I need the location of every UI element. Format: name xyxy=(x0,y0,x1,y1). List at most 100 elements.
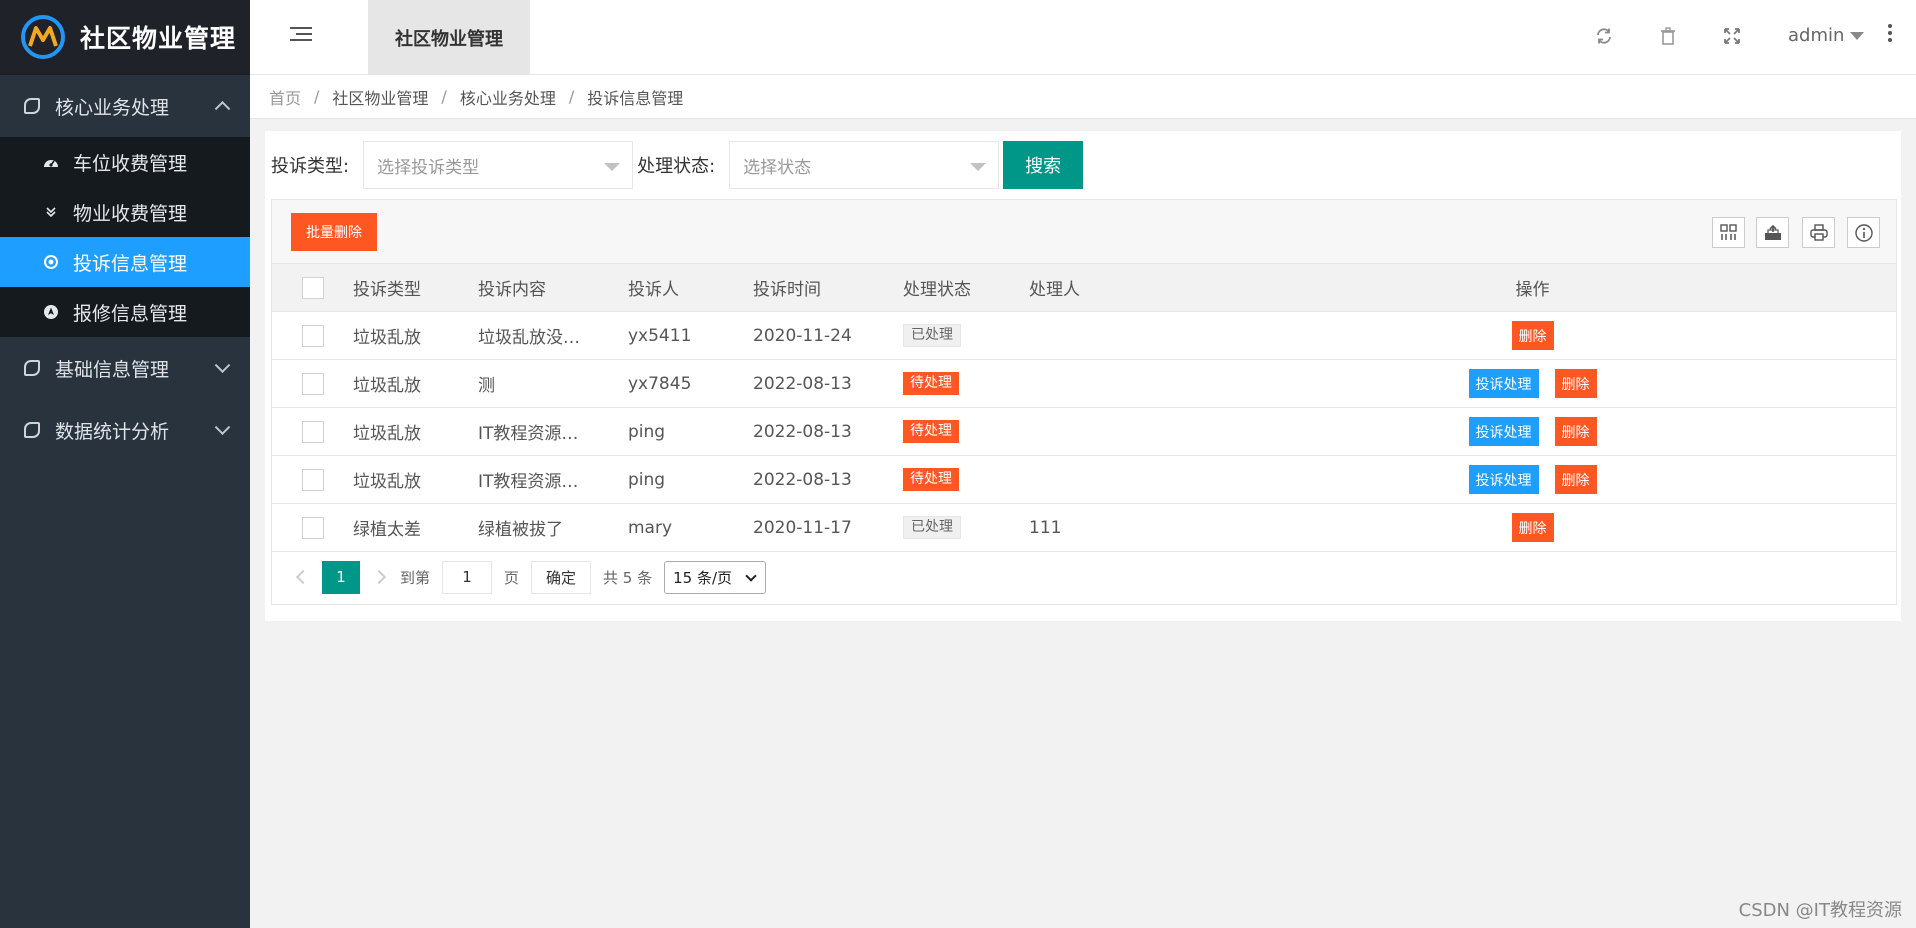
handle-complaint-button[interactable]: 投诉处理 xyxy=(1468,417,1539,446)
breadcrumb-separator: / xyxy=(568,87,575,106)
breadcrumb-separator: / xyxy=(314,87,320,106)
caret-down-icon xyxy=(1850,32,1865,40)
pagination: 1 到第 1 页 确定 共 5 条 15 条/页 xyxy=(272,552,1896,602)
fullscreen-icon[interactable] xyxy=(1720,24,1744,48)
trash-icon[interactable] xyxy=(1656,24,1680,48)
cell-person: yx7845 xyxy=(628,373,692,394)
sidebar-item-complaint[interactable]: 投诉信息管理 xyxy=(0,237,250,287)
sidebar-item-label: 车位收费管理 xyxy=(73,152,188,175)
status-badge: 待处理 xyxy=(903,372,959,395)
sidebar: 社区物业管理 核心业务处理 车位收费管理 物业收费管理 投诉信息管理 报修信息管… xyxy=(0,0,250,928)
nav-group-statistics[interactable]: 数据统计分析 xyxy=(0,399,250,461)
cell-time: 2020-11-17 xyxy=(753,517,852,538)
delete-button[interactable]: 删除 xyxy=(1554,369,1597,398)
logo-icon xyxy=(21,15,65,59)
type-select-placeholder: 选择投诉类型 xyxy=(377,157,480,178)
dropdown-arrow-icon xyxy=(970,163,987,171)
user-menu[interactable]: admin xyxy=(1788,25,1865,46)
data-table: 批量删除 投诉类型 投诉内容 投诉人 投诉时间 处理状态 处理人 操作 垃圾乱放… xyxy=(271,199,1897,605)
current-page[interactable]: 1 xyxy=(322,560,360,594)
chevron-down-icon xyxy=(745,569,757,582)
handle-complaint-button[interactable]: 投诉处理 xyxy=(1468,465,1539,494)
cell-content: 测 xyxy=(478,376,495,396)
refresh-icon[interactable] xyxy=(1592,24,1616,48)
export-icon[interactable] xyxy=(1756,217,1789,248)
row-checkbox[interactable] xyxy=(301,420,324,443)
page-size-select[interactable]: 15 条/页 xyxy=(664,560,767,594)
sidebar-item-repair[interactable]: 报修信息管理 xyxy=(0,287,250,337)
column-header: 操作 xyxy=(1515,280,1550,300)
header-tab[interactable]: 社区物业管理 xyxy=(368,0,530,75)
cell-type: 垃圾乱放 xyxy=(353,424,421,444)
select-all-checkbox[interactable] xyxy=(301,276,324,299)
breadcrumb-item[interactable]: 社区物业管理 xyxy=(332,85,428,109)
dashboard-icon xyxy=(43,154,59,170)
batch-delete-button[interactable]: 批量删除 xyxy=(291,213,377,251)
chevron-up-icon xyxy=(214,100,231,117)
nav-group-label: 基础信息管理 xyxy=(55,358,170,381)
column-header[interactable]: 处理状态 xyxy=(903,275,1029,300)
header: 社区物业管理 admin xyxy=(250,0,1916,75)
column-header[interactable]: 投诉类型 xyxy=(353,275,478,300)
menu-toggle-icon[interactable] xyxy=(290,27,312,47)
nav-group-core[interactable]: 核心业务处理 xyxy=(0,75,250,137)
delete-button[interactable]: 删除 xyxy=(1554,417,1597,446)
cell-person: ping xyxy=(628,469,666,490)
page-unit-label: 页 xyxy=(504,568,520,587)
prev-page-icon[interactable] xyxy=(295,569,311,585)
cell-content: IT教程资源… xyxy=(478,472,579,492)
dropdown-arrow-icon xyxy=(604,163,621,171)
status-select[interactable]: 选择状态 xyxy=(729,141,1000,189)
delete-button[interactable]: 删除 xyxy=(1511,513,1554,542)
sidebar-item-parking-fee[interactable]: 车位收费管理 xyxy=(0,137,250,187)
sidebar-item-property-fee[interactable]: 物业收费管理 xyxy=(0,187,250,237)
logo: 社区物业管理 xyxy=(0,0,250,75)
row-checkbox[interactable] xyxy=(301,468,324,491)
row-checkbox[interactable] xyxy=(301,516,324,539)
handle-complaint-button[interactable]: 投诉处理 xyxy=(1468,369,1539,398)
cell-handler: 111 xyxy=(1029,517,1062,538)
watermark: CSDN @IT教程资源 xyxy=(1738,900,1902,921)
cell-time: 2022-08-13 xyxy=(753,469,852,490)
status-badge: 已处理 xyxy=(903,324,961,347)
column-header[interactable]: 投诉人 xyxy=(628,275,753,300)
print-icon[interactable] xyxy=(1802,217,1835,248)
columns-icon[interactable] xyxy=(1712,217,1745,248)
cell-time: 2022-08-13 xyxy=(753,421,852,442)
user-name: admin xyxy=(1788,25,1845,46)
row-checkbox[interactable] xyxy=(301,372,324,395)
column-header[interactable]: 投诉内容 xyxy=(478,275,628,300)
sidebar-item-label: 投诉信息管理 xyxy=(73,252,188,275)
delete-button[interactable]: 删除 xyxy=(1554,465,1597,494)
cell-type: 绿植太差 xyxy=(353,520,421,540)
breadcrumb-separator: / xyxy=(441,87,447,106)
row-checkbox[interactable] xyxy=(301,324,324,347)
table-row: 垃圾乱放 IT教程资源… ping 2022-08-13 待处理 投诉处理 删除 xyxy=(272,456,1896,504)
chevron-down-icon xyxy=(214,357,231,374)
total-count: 共 5 条 xyxy=(603,568,653,587)
leaf-icon xyxy=(24,98,40,114)
next-page-icon[interactable] xyxy=(371,569,387,585)
status-badge: 待处理 xyxy=(903,468,959,491)
cell-time: 2022-08-13 xyxy=(753,373,852,394)
app-title: 社区物业管理 xyxy=(80,24,237,53)
info-icon[interactable] xyxy=(1847,217,1880,248)
search-button[interactable]: 搜索 xyxy=(1003,141,1084,189)
nav-group-basic-info[interactable]: 基础信息管理 xyxy=(0,337,250,399)
cell-person: yx5411 xyxy=(628,325,692,346)
sidebar-item-label: 物业收费管理 xyxy=(73,202,188,225)
table-header: 投诉类型 投诉内容 投诉人 投诉时间 处理状态 处理人 操作 xyxy=(272,264,1896,312)
breadcrumb-item[interactable]: 核心业务处理 xyxy=(460,85,556,109)
column-header[interactable]: 处理人 xyxy=(1029,275,1169,300)
delete-button[interactable]: 删除 xyxy=(1511,321,1554,350)
status-badge: 待处理 xyxy=(903,420,959,443)
column-header[interactable]: 投诉时间 xyxy=(753,275,903,300)
breadcrumb-home[interactable]: 首页 xyxy=(269,85,301,109)
more-vertical-icon[interactable] xyxy=(1888,24,1894,45)
goto-page-input[interactable]: 1 xyxy=(442,560,493,594)
goto-confirm-button[interactable]: 确定 xyxy=(531,560,592,594)
type-select[interactable]: 选择投诉类型 xyxy=(363,141,634,189)
page-size-value: 15 条/页 xyxy=(673,568,733,587)
table-row: 绿植太差 绿植被拔了 mary 2020-11-17 已处理 111 删除 xyxy=(272,504,1896,552)
cell-content: IT教程资源… xyxy=(478,424,579,444)
